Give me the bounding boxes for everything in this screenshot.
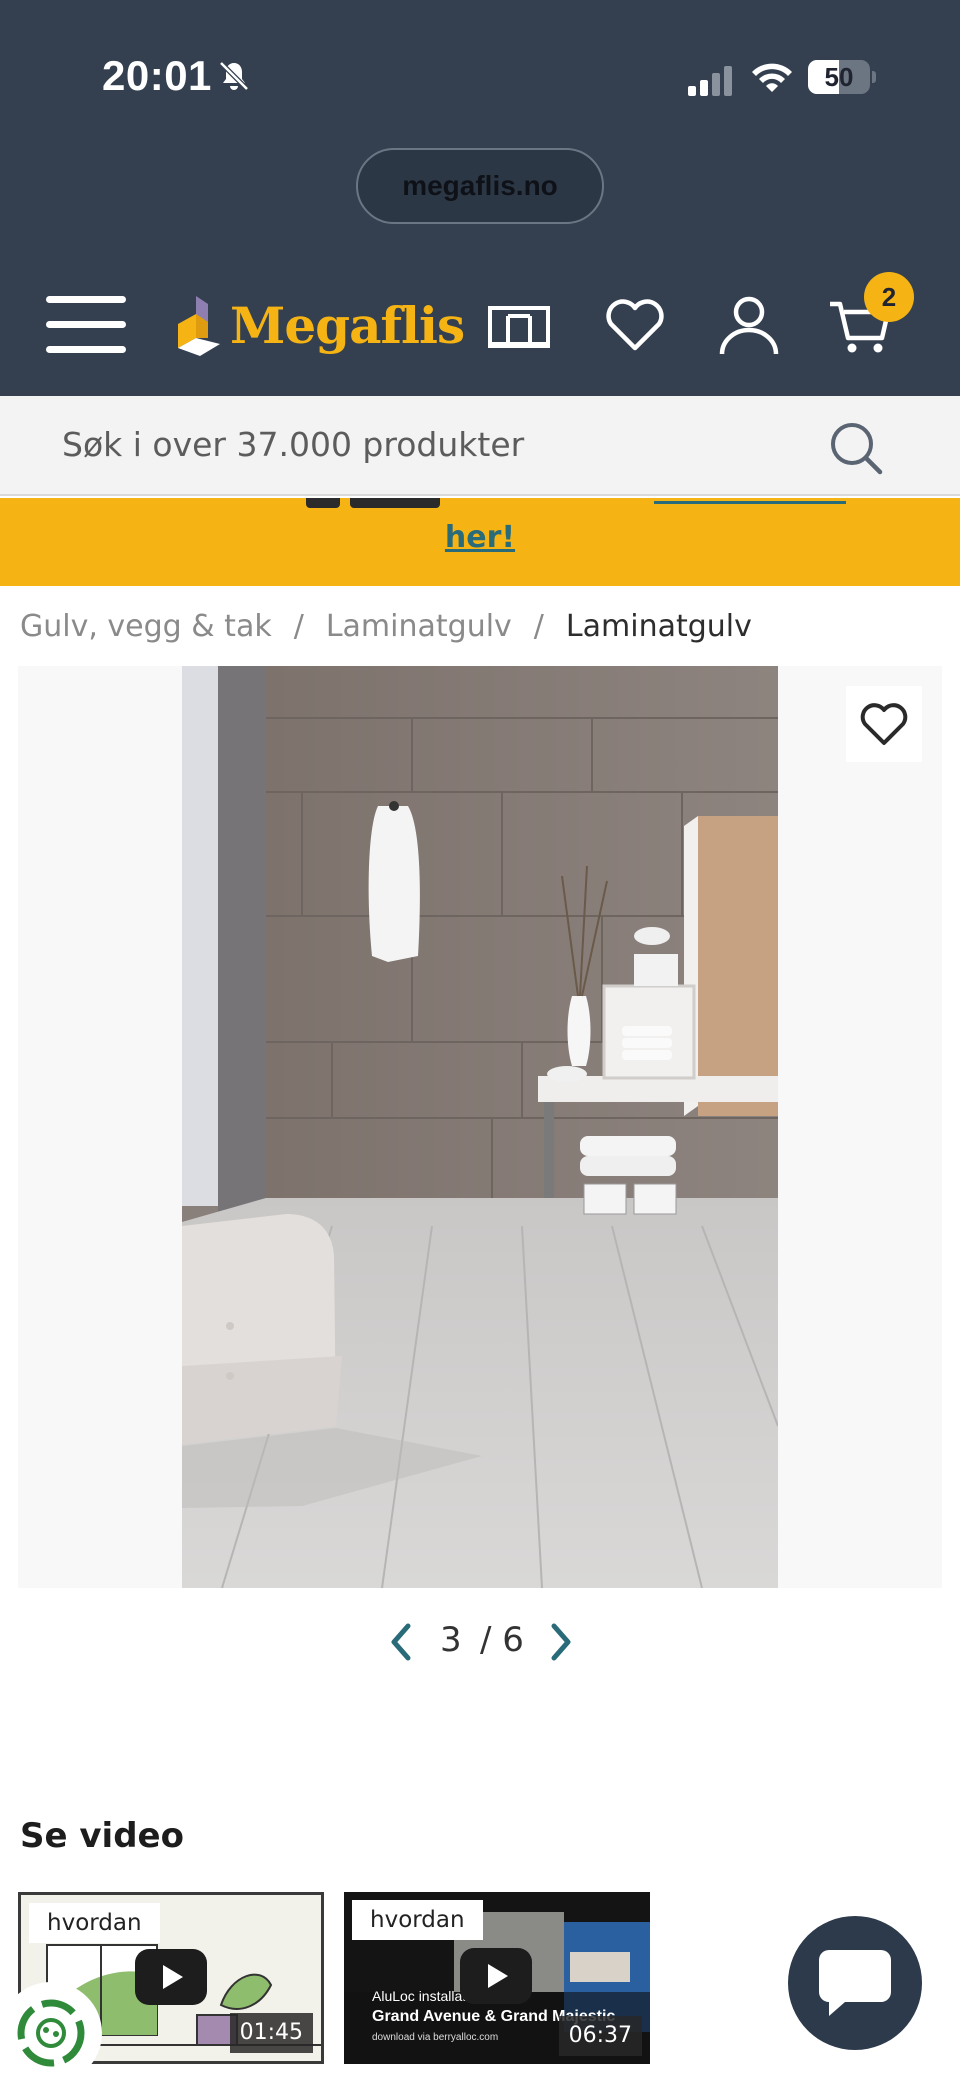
battery-cap — [872, 71, 876, 83]
logo[interactable]: Megaflis — [168, 288, 465, 364]
play-button[interactable] — [135, 1949, 207, 2005]
user-icon[interactable] — [716, 294, 782, 356]
search-bar — [0, 396, 960, 496]
breadcrumb-separator: / — [293, 608, 304, 644]
play-button[interactable] — [460, 1948, 532, 2004]
cart-count-badge: 2 — [864, 272, 914, 322]
breadcrumb-item[interactable]: Gulv, vegg & tak — [20, 609, 272, 644]
status-bar: 20:01 50 — [0, 0, 960, 150]
banner-clipped-link — [654, 498, 846, 504]
chat-bubble-icon — [819, 1950, 891, 2016]
video-tag: hvordan — [352, 1900, 483, 1940]
showroom-icon[interactable] — [486, 294, 552, 356]
bell-slash-icon — [219, 61, 249, 91]
battery-body: 50 — [808, 60, 870, 94]
battery-level: 50 — [824, 62, 854, 92]
chevron-right-icon[interactable] — [546, 1622, 576, 1662]
promo-banner: her! — [0, 498, 960, 586]
search-icon[interactable] — [828, 420, 884, 476]
breadcrumb-item[interactable]: Laminatgulv — [326, 609, 512, 644]
heart-outline-icon — [860, 703, 908, 745]
url-bar[interactable]: megaflis.no — [356, 148, 604, 224]
video-card[interactable]: AluLoc installation Grand Avenue & Grand… — [344, 1892, 650, 2064]
logo-mark-icon — [178, 296, 220, 356]
play-icon — [163, 1965, 183, 1989]
status-time: 20:01 — [102, 52, 212, 99]
pager-separator: / 6 — [480, 1620, 524, 1660]
video-tag: hvordan — [29, 1903, 160, 1943]
pager-separator-text: / — [480, 1620, 492, 1660]
battery-icon: 50 — [808, 60, 876, 96]
gallery-pager: 3 / 6 — [380, 1616, 580, 1666]
bathroom-scene-image — [182, 666, 778, 1588]
recycle-leaf-icon — [17, 1999, 85, 2067]
banner-link[interactable]: her! — [0, 520, 960, 555]
product-image[interactable] — [182, 666, 778, 1588]
video-duration: 06:37 — [558, 2016, 642, 2056]
favorite-button[interactable] — [846, 686, 922, 762]
breadcrumb-separator: / — [533, 608, 544, 644]
menu-icon[interactable] — [46, 296, 126, 354]
breadcrumb-current: Laminatgulv — [565, 608, 752, 644]
play-icon — [488, 1964, 508, 1988]
pager-current: 3 — [440, 1620, 462, 1660]
video-caption-line3: download via berryalloc.com — [372, 2032, 499, 2043]
heart-icon[interactable] — [602, 294, 668, 356]
logo-text: Megaflis — [230, 296, 465, 355]
chat-button[interactable] — [788, 1916, 922, 2050]
chevron-left-icon[interactable] — [386, 1622, 416, 1662]
pager-total: 6 — [502, 1620, 524, 1660]
banner-clipped-text — [350, 498, 440, 508]
product-gallery — [18, 666, 942, 1588]
banner-clipped-text — [306, 498, 340, 508]
wifi-icon — [752, 63, 792, 92]
search-input[interactable] — [62, 414, 802, 474]
signal-icon — [688, 66, 732, 96]
video-section-title: Se video — [20, 1816, 184, 1856]
breadcrumb: Gulv, vegg & tak / Laminatgulv / Laminat… — [20, 606, 752, 646]
eco-badge[interactable] — [0, 1982, 102, 2084]
video-duration: 01:45 — [229, 2013, 313, 2053]
site-header: Megaflis — [0, 280, 960, 370]
top-header-area: 20:01 50 megaflis.no Megaflis 2 — [0, 0, 960, 396]
